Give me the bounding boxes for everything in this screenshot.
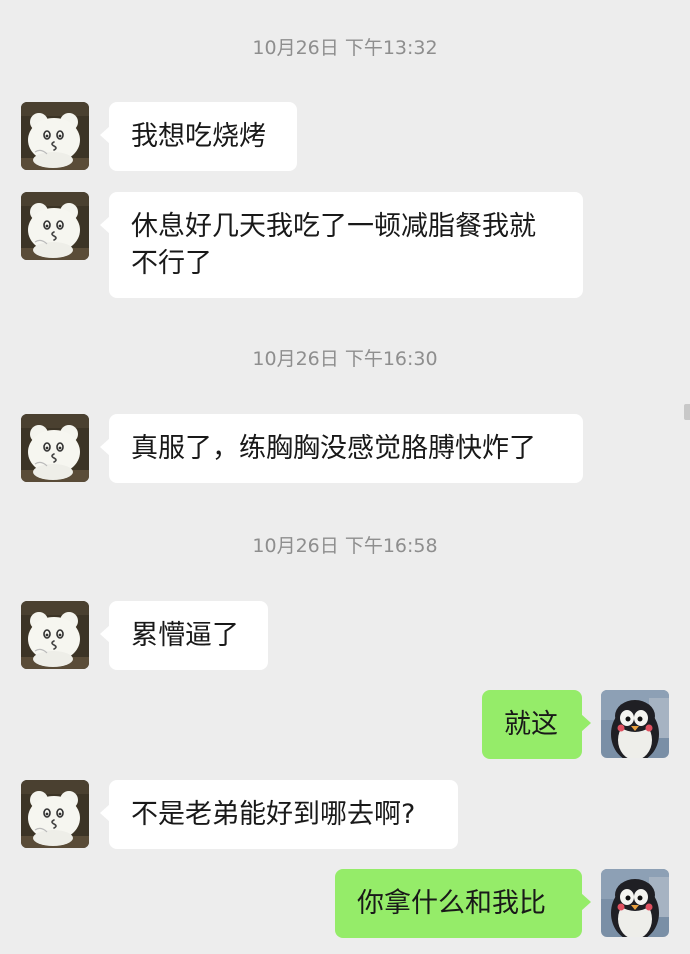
incoming-message-bubble[interactable]: 我想吃烧烤 <box>100 102 297 171</box>
scroll-indicator[interactable] <box>684 404 690 420</box>
cartoon-bear-avatar-icon <box>21 102 89 170</box>
outgoing-message-bubble[interactable]: 就这 <box>482 690 591 759</box>
penguin-avatar-icon <box>601 690 669 758</box>
incoming-message-bubble[interactable]: 不是老弟能好到哪去啊? <box>100 780 458 849</box>
cartoon-bear-avatar-icon <box>21 780 89 848</box>
cartoon-bear-avatar-icon <box>21 601 89 669</box>
contact-avatar[interactable] <box>21 102 89 170</box>
incoming-message-bubble[interactable]: 休息好几天我吃了一顿减脂餐我就不行了 <box>100 192 583 298</box>
chat-timestamp: 10月26日 下午16:58 <box>252 535 438 557</box>
incoming-message-bubble[interactable]: 累懵逼了 <box>100 601 268 670</box>
chat-timestamp: 10月26日 下午16:30 <box>252 348 438 370</box>
contact-avatar[interactable] <box>21 601 89 669</box>
contact-avatar[interactable] <box>21 414 89 482</box>
contact-avatar[interactable] <box>21 192 89 260</box>
cartoon-bear-avatar-icon <box>21 192 89 260</box>
chat-timestamp: 10月26日 下午13:32 <box>252 37 438 59</box>
contact-avatar[interactable] <box>21 780 89 848</box>
incoming-message-bubble[interactable]: 真服了，练胸胸没感觉胳膊快炸了 <box>100 414 583 483</box>
cartoon-bear-avatar-icon <box>21 414 89 482</box>
my-avatar[interactable] <box>601 869 669 937</box>
my-avatar[interactable] <box>601 690 669 758</box>
penguin-avatar-icon <box>601 869 669 937</box>
outgoing-message-bubble[interactable]: 你拿什么和我比 <box>335 869 591 938</box>
